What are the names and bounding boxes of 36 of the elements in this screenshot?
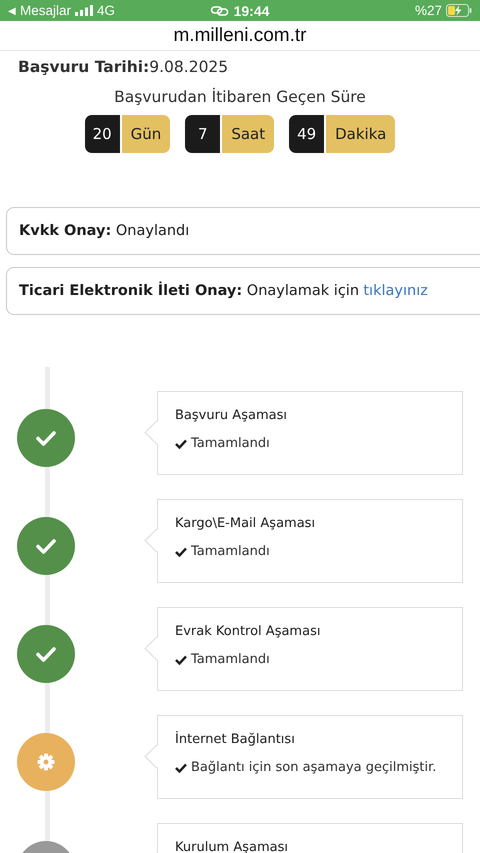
- consent-text: Ticari Elektronik İleti Onay: Onaylamak için tıklayınız: [19, 283, 428, 299]
- check-icon: [175, 438, 187, 448]
- counter-unit: Dakika: [326, 115, 396, 153]
- clock: 19:44: [234, 2, 270, 18]
- counter-value: 20: [84, 115, 120, 153]
- check-icon: [175, 654, 187, 664]
- step-status: Tamamlandı: [191, 436, 270, 451]
- signal-icon: [75, 5, 94, 16]
- counter-unit: Gün: [122, 115, 170, 153]
- battery-percent: %27: [414, 3, 442, 18]
- step-status: Tamamlandı: [191, 544, 270, 559]
- back-arrow[interactable]: ◀: [8, 4, 16, 16]
- counter-unit: Saat: [222, 115, 274, 153]
- step-status: Bağlantı için son aşamaya geçilmiştir.: [191, 760, 436, 775]
- step-title: Evrak Kontrol Aşaması: [175, 624, 322, 639]
- back-app-label[interactable]: Mesajlar: [20, 3, 72, 18]
- step-title: Kargo\E-Mail Aşaması: [175, 516, 316, 531]
- link-icon: [210, 6, 229, 16]
- check-icon: [175, 762, 187, 772]
- battery-icon: [446, 4, 472, 17]
- elapsed-title: Başvurudan İtibaren Geçen Süre: [113, 88, 367, 106]
- consent-link[interactable]: tıklayınız: [363, 283, 428, 299]
- check-icon: [36, 646, 56, 662]
- gear-icon: [37, 753, 55, 771]
- check-icon: [175, 546, 187, 556]
- check-icon: [36, 430, 56, 446]
- step-title: Başvuru Aşaması: [175, 408, 288, 423]
- counter-value: 49: [289, 115, 324, 153]
- consent-text: Kvkk Onay: Onaylandı: [19, 223, 190, 239]
- address-bar[interactable]: m.milleni.com.tr: [0, 21, 480, 51]
- application-date: Başvuru Tarihi:9.08.2025: [17, 58, 230, 76]
- step-status: Tamamlandı: [191, 652, 270, 667]
- counter-value: 7: [185, 115, 220, 153]
- check-icon: [36, 538, 56, 554]
- step-title: İnternet Bağlantısı: [175, 732, 296, 747]
- network-type: 4G: [97, 3, 116, 18]
